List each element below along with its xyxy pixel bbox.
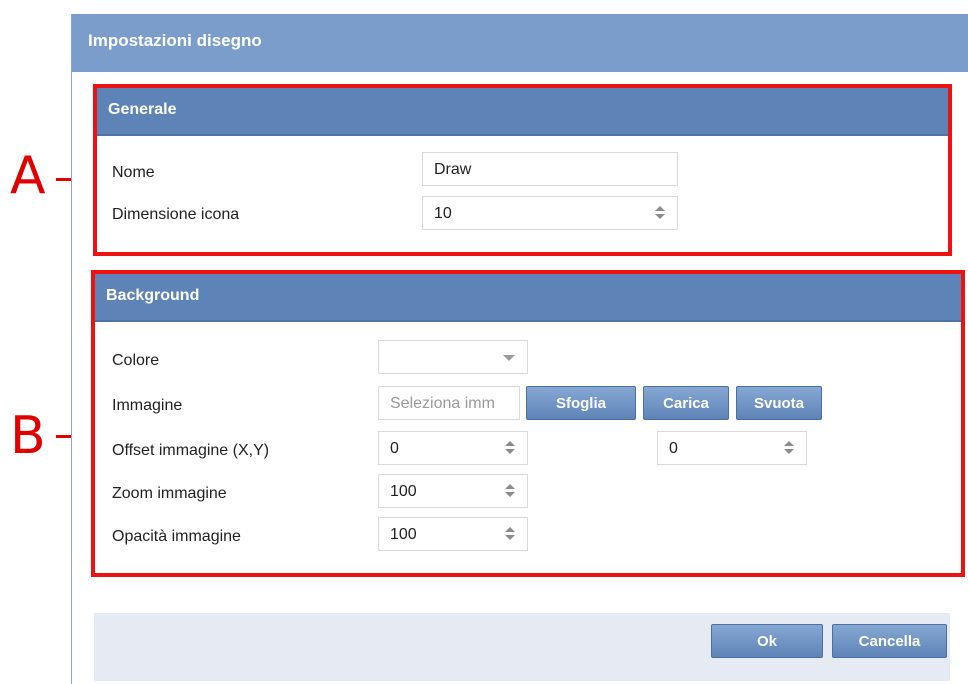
cancel-button[interactable]: Cancella: [832, 624, 947, 658]
annotation-label-a: A: [10, 146, 46, 206]
opacity-value: 100: [390, 526, 417, 543]
offset-y-value: 0: [669, 440, 678, 457]
ok-button[interactable]: Ok: [711, 624, 823, 658]
general-panel-title: Generale: [108, 101, 177, 118]
dialog-titlebar[interactable]: Impostazioni disegno: [72, 14, 968, 72]
name-input[interactable]: Draw: [422, 152, 678, 186]
image-path-input[interactable]: Seleziona imm: [378, 386, 520, 420]
annotation-label-b: B: [10, 406, 46, 466]
opacity-label: Opacità immagine: [112, 528, 241, 545]
icon-size-value: 10: [434, 205, 452, 222]
zoom-stepper[interactable]: 100: [378, 474, 528, 508]
spinner-arrows-icon[interactable]: [655, 205, 665, 221]
browse-button[interactable]: Sfoglia: [526, 386, 636, 420]
spinner-arrows-icon[interactable]: [505, 483, 515, 499]
opacity-stepper[interactable]: 100: [378, 517, 528, 551]
name-label: Nome: [112, 164, 155, 181]
offset-x-value: 0: [390, 440, 399, 457]
image-path-placeholder: Seleziona imm: [390, 395, 495, 412]
general-panel-header: Generale: [97, 88, 948, 136]
zoom-label: Zoom immagine: [112, 485, 227, 502]
dialog-title: Impostazioni disegno: [88, 31, 262, 50]
chevron-down-icon[interactable]: [503, 355, 515, 361]
spinner-arrows-icon[interactable]: [505, 526, 515, 542]
clear-button[interactable]: Svuota: [736, 386, 822, 420]
background-panel-header: Background: [95, 274, 961, 322]
zoom-value: 100: [390, 483, 417, 500]
icon-size-label: Dimensione icona: [112, 206, 240, 223]
image-label: Immagine: [112, 397, 183, 414]
upload-button[interactable]: Carica: [643, 386, 729, 420]
name-input-value: Draw: [434, 161, 472, 178]
color-select[interactable]: [378, 340, 528, 374]
background-panel-title: Background: [106, 287, 200, 304]
offset-label: Offset immagine (X,Y): [112, 442, 270, 459]
icon-size-stepper[interactable]: 10: [422, 196, 678, 230]
spinner-arrows-icon[interactable]: [784, 440, 794, 456]
offset-x-stepper[interactable]: 0: [378, 431, 528, 465]
spinner-arrows-icon[interactable]: [505, 440, 515, 456]
offset-y-stepper[interactable]: 0: [657, 431, 807, 465]
color-label: Colore: [112, 352, 160, 369]
